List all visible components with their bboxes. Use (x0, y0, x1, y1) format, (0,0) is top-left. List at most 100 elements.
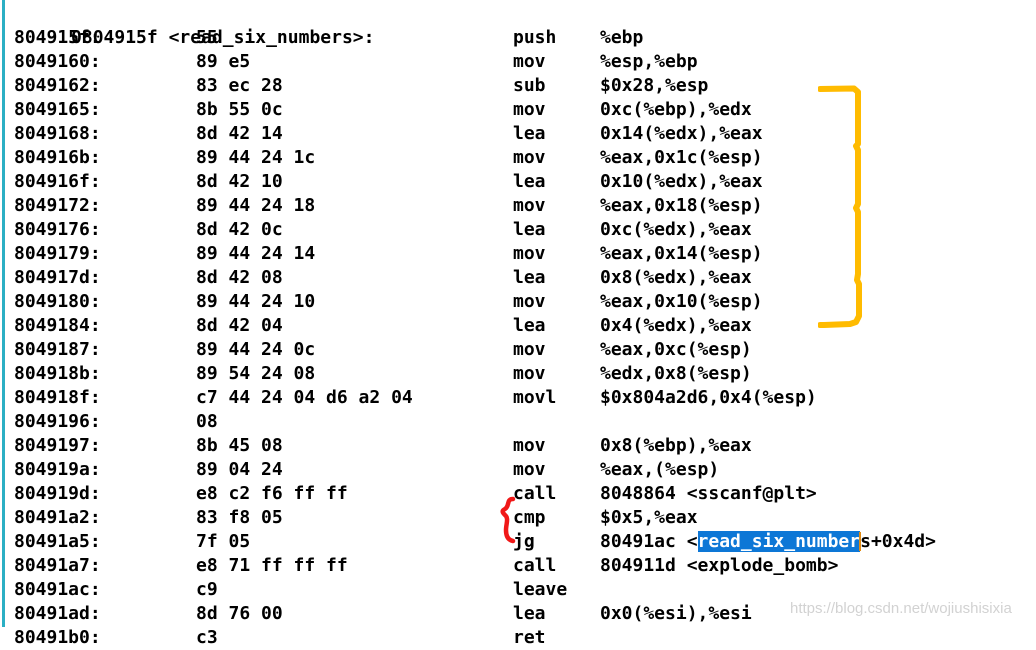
instruction-row[interactable]: 804916f: 8d 42 10 lea 0x10(%edx),%eax (0, 170, 1036, 194)
instruction-bytes: 08 (196, 411, 218, 432)
instruction-operands: 0xc(%edx),%eax (600, 219, 752, 240)
instruction-mnemonic: call (513, 555, 557, 576)
instruction-operands: 0x10(%edx),%eax (600, 171, 763, 192)
instruction-row[interactable]: 8049179: 89 44 24 14 mov %eax,0x14(%esp) (0, 242, 1036, 266)
instruction-row[interactable]: 80491ac: c9 leave (0, 578, 1036, 602)
instruction-bytes: 8d 42 14 (196, 123, 283, 144)
instruction-row[interactable]: 8049187: 89 44 24 0c mov %eax,0xc(%esp) (0, 338, 1036, 362)
instruction-address: 8049180: (14, 291, 101, 312)
instruction-row[interactable]: 804919a: 89 04 24 mov %eax,(%esp) (0, 458, 1036, 482)
instruction-bytes: 83 f8 05 (196, 507, 283, 528)
instruction-row[interactable]: 804916b: 89 44 24 1c mov %eax,0x1c(%esp) (0, 146, 1036, 170)
instruction-mnemonic: mov (513, 99, 546, 120)
instruction-rows[interactable]: 804915f: 55 push %ebp 8049160: 89 e5 mov %esp,%… (0, 26, 1036, 650)
instruction-bytes: 89 54 24 08 (196, 363, 316, 384)
instruction-bytes: 83 ec 28 (196, 75, 283, 96)
instruction-address: 804915f: (14, 27, 101, 48)
instruction-operands: %ebp (600, 27, 644, 48)
instruction-bytes: e8 c2 f6 ff ff (196, 483, 348, 504)
selected-symbol-text[interactable]: read_six_number (697, 531, 861, 552)
instruction-address: 804916f: (14, 171, 101, 192)
instruction-row[interactable]: 8049196: 08 (0, 410, 1036, 434)
instruction-mnemonic: mov (513, 147, 546, 168)
instruction-bytes: c7 44 24 04 d6 a2 04 (196, 387, 413, 408)
function-header: 0804915f <read_six_numbers>: (0, 2, 1036, 48)
instruction-bytes: 8b 55 0c (196, 99, 283, 120)
instruction-address: 8049160: (14, 51, 101, 72)
instruction-mnemonic: lea (513, 219, 546, 240)
instruction-mnemonic: ret (513, 627, 546, 648)
instruction-row[interactable]: 8049180: 89 44 24 10 mov %eax,0x10(%esp) (0, 290, 1036, 314)
instruction-address: 80491a2: (14, 507, 101, 528)
instruction-operands: %eax,0xc(%esp) (600, 339, 752, 360)
instruction-bytes: c9 (196, 579, 218, 600)
instruction-mnemonic: movl (513, 387, 557, 408)
instruction-bytes: 8d 42 0c (196, 219, 283, 240)
instruction-row[interactable]: 804917d: 8d 42 08 lea 0x8(%edx),%eax (0, 266, 1036, 290)
disassembly-listing[interactable]: 0804915f <read_six_numbers>: 804915f: 55 p… (0, 0, 1036, 650)
instruction-operands: $0x5,%eax (600, 507, 698, 528)
instruction-mnemonic: mov (513, 339, 546, 360)
instruction-row[interactable]: 8049197: 8b 45 08 mov 0x8(%ebp),%eax (0, 434, 1036, 458)
instruction-row[interactable]: 8049172: 89 44 24 18 mov %eax,0x18(%esp) (0, 194, 1036, 218)
instruction-mnemonic: jg (513, 531, 535, 552)
instruction-address: 804919d: (14, 483, 101, 504)
instruction-address: 80491ad: (14, 603, 101, 624)
instruction-operands: 804911d <explode_bomb> (600, 555, 839, 576)
instruction-mnemonic: sub (513, 75, 546, 96)
instruction-mnemonic: lea (513, 267, 546, 288)
instruction-bytes: 8d 42 10 (196, 171, 283, 192)
instruction-row[interactable]: 8049168: 8d 42 14 lea 0x14(%edx),%eax (0, 122, 1036, 146)
instruction-address: 804919a: (14, 459, 101, 480)
instruction-mnemonic: lea (513, 123, 546, 144)
instruction-row[interactable]: 804918f: c7 44 24 04 d6 a2 04 movl $0x804a2… (0, 386, 1036, 410)
instruction-mnemonic: push (513, 27, 557, 48)
operand-suffix: s+0x4d> (860, 531, 936, 552)
instruction-mnemonic: mov (513, 195, 546, 216)
instruction-bytes: 89 44 24 14 (196, 243, 316, 264)
instruction-row[interactable]: 8049184: 8d 42 04 lea 0x4(%edx),%eax (0, 314, 1036, 338)
instruction-address: 8049168: (14, 123, 101, 144)
instruction-bytes: 8d 76 00 (196, 603, 283, 624)
instruction-bytes: 89 e5 (196, 51, 251, 72)
instruction-address: 804916b: (14, 147, 101, 168)
instruction-bytes: 89 04 24 (196, 459, 283, 480)
instruction-mnemonic: leave (513, 579, 568, 600)
instruction-operands: %eax,0x14(%esp) (600, 243, 763, 264)
instruction-operands: 0x4(%edx),%eax (600, 315, 752, 336)
instruction-row[interactable]: 804919d: e8 c2 f6 ff ff call 8048864 <sscan… (0, 482, 1036, 506)
instruction-row[interactable]: 804915f: 55 push %ebp (0, 26, 1036, 50)
instruction-address: 804917d: (14, 267, 101, 288)
instruction-address: 8049196: (14, 411, 101, 432)
instruction-row[interactable]: 8049176: 8d 42 0c lea 0xc(%edx),%eax (0, 218, 1036, 242)
instruction-address: 8049197: (14, 435, 101, 456)
instruction-bytes: 8d 42 04 (196, 315, 283, 336)
instruction-operands: $0x28,%esp (600, 75, 709, 96)
instruction-row[interactable]: 80491a7: e8 71 ff ff ff call 804911d <explo… (0, 554, 1036, 578)
instruction-row[interactable]: 8049162: 83 ec 28 sub $0x28,%esp (0, 74, 1036, 98)
instruction-address: 8049184: (14, 315, 101, 336)
instruction-row[interactable]: 80491a2: 83 f8 05 cmp $0x5,%eax (0, 506, 1036, 530)
instruction-address: 8049162: (14, 75, 101, 96)
instruction-mnemonic: mov (513, 435, 546, 456)
instruction-operands: %eax,0x10(%esp) (600, 291, 763, 312)
instruction-row[interactable]: 80491b0: c3 ret (0, 626, 1036, 650)
instruction-operands: %edx,0x8(%esp) (600, 363, 752, 384)
instruction-address: 804918b: (14, 363, 101, 384)
instruction-address: 80491a7: (14, 555, 101, 576)
instruction-address: 8049172: (14, 195, 101, 216)
instruction-operands: %esp,%ebp (600, 51, 698, 72)
instruction-mnemonic: cmp (513, 507, 546, 528)
instruction-bytes: 89 44 24 10 (196, 291, 316, 312)
instruction-address: 80491ac: (14, 579, 101, 600)
instruction-mnemonic: mov (513, 459, 546, 480)
instruction-row[interactable]: 8049160: 89 e5 mov %esp,%ebp (0, 50, 1036, 74)
watermark: https://blog.csdn.net/wojiushisixia (790, 600, 1012, 617)
instruction-row[interactable]: 8049165: 8b 55 0c mov 0xc(%ebp),%edx (0, 98, 1036, 122)
instruction-mnemonic: mov (513, 51, 546, 72)
instruction-row[interactable]: 804918b: 89 54 24 08 mov %edx,0x8(%esp) (0, 362, 1036, 386)
instruction-row[interactable]: 80491a5: 7f 05 jg 80491ac <read_six_numbers… (0, 530, 1036, 554)
instruction-mnemonic: lea (513, 603, 546, 624)
instruction-bytes: 89 44 24 0c (196, 339, 316, 360)
instruction-mnemonic: mov (513, 291, 546, 312)
